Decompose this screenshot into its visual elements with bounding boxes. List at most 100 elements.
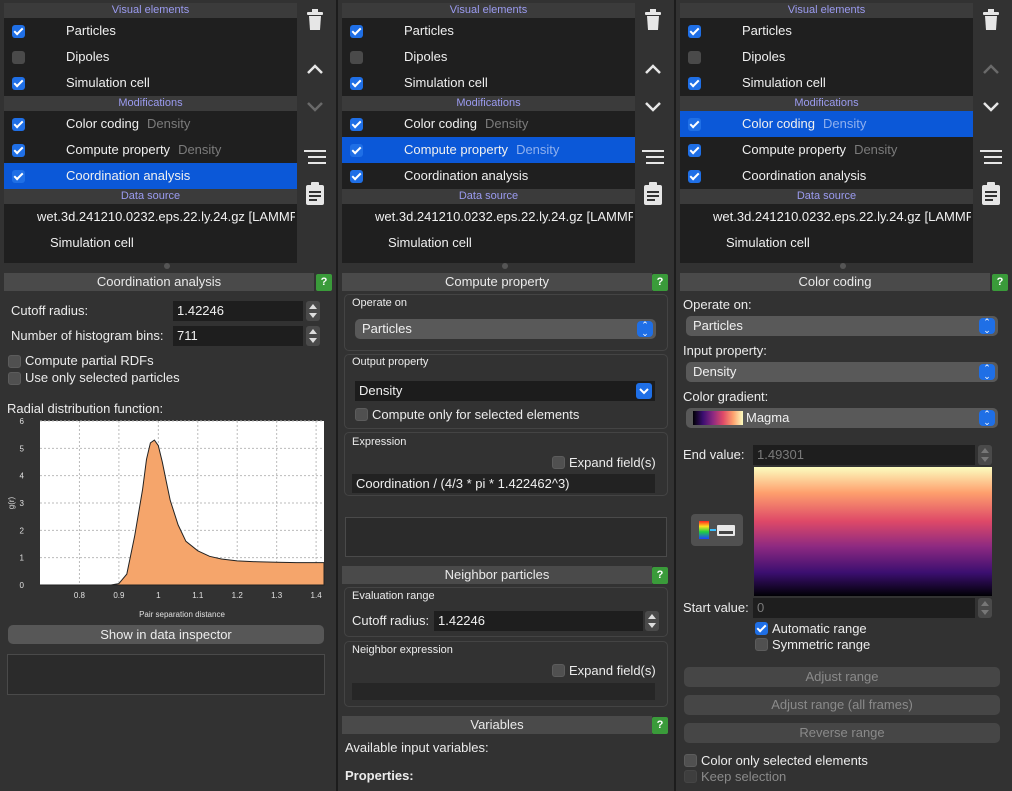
enable-checkbox[interactable]	[350, 144, 363, 157]
visibility-checkbox[interactable]	[688, 25, 701, 38]
move-up-icon[interactable]	[976, 54, 1006, 84]
partial-rdfs-checkbox[interactable]	[8, 355, 21, 368]
expression-input[interactable]: Coordination / (4/3 * pi * 1.422462^3)	[352, 474, 655, 493]
expand-fields-checkbox[interactable]	[552, 456, 565, 469]
visibility-checkbox[interactable]	[350, 51, 363, 64]
trash-icon[interactable]	[638, 5, 668, 35]
pipeline-item-particles[interactable]: Particles	[4, 18, 297, 44]
enable-checkbox[interactable]	[350, 118, 363, 131]
enable-checkbox[interactable]	[688, 144, 701, 157]
enable-checkbox[interactable]	[688, 170, 701, 183]
help-button[interactable]: ?	[652, 274, 668, 291]
pipeline-item-coordination[interactable]: Coordination analysis	[342, 163, 635, 189]
move-down-icon[interactable]	[976, 92, 1006, 122]
pipeline-item-coordination[interactable]: Coordination analysis	[680, 163, 973, 189]
clipboard-icon[interactable]	[976, 179, 1006, 209]
automatic-range-checkbox[interactable]	[755, 622, 768, 635]
pipeline-item-dipoles[interactable]: Dipoles	[4, 44, 297, 70]
pipeline-item-cell-source[interactable]: Simulation cell	[4, 230, 297, 256]
pipeline-list[interactable]: Visual elements Particles Dipoles Simula…	[680, 3, 973, 263]
pipeline-item-color-coding[interactable]: Color coding Density	[342, 111, 635, 137]
neighbor-cutoff-spinner[interactable]	[645, 611, 659, 631]
enable-checkbox[interactable]	[350, 170, 363, 183]
operate-on-select[interactable]: Particles ⌃ ⌄	[355, 319, 656, 339]
cutoff-spinner[interactable]	[306, 301, 320, 321]
color-selected-checkbox[interactable]	[684, 754, 697, 767]
enable-checkbox[interactable]	[12, 144, 25, 157]
pipeline-item-cell-source[interactable]: Simulation cell	[680, 230, 973, 256]
splitter-handle[interactable]	[840, 263, 846, 269]
clipboard-icon[interactable]	[300, 179, 330, 209]
show-data-inspector-button[interactable]: Show in data inspector	[8, 625, 324, 644]
end-value-spinner[interactable]	[978, 445, 992, 465]
pipeline-item-particles[interactable]: Particles	[680, 18, 973, 44]
output-property-input[interactable]: Density	[355, 381, 655, 401]
pipeline-item-file-source[interactable]: wet.3d.241210.0232.eps.22.ly.24.gz [LAMM…	[342, 204, 635, 230]
visibility-checkbox[interactable]	[688, 77, 701, 90]
pipeline-list[interactable]: Visual elements Particles Dipoles Simula…	[342, 3, 635, 263]
compute-selected-checkbox[interactable]	[355, 408, 368, 421]
trash-icon[interactable]	[976, 5, 1006, 35]
input-property-select[interactable]: Density ⌃ ⌄	[686, 362, 998, 382]
move-down-icon[interactable]	[638, 92, 668, 122]
list-icon[interactable]	[976, 142, 1006, 172]
help-button[interactable]: ?	[992, 274, 1008, 291]
move-down-icon[interactable]	[300, 92, 330, 122]
pipeline-item-coordination[interactable]: Coordination analysis	[4, 163, 297, 189]
enable-checkbox[interactable]	[688, 118, 701, 131]
list-icon[interactable]	[638, 142, 668, 172]
adjust-range-all-button[interactable]: Adjust range (all frames)	[684, 695, 1000, 715]
pipeline-list[interactable]: Visual elements Particles Dipoles Simula…	[4, 3, 297, 263]
adjust-range-button[interactable]: Adjust range	[684, 667, 1000, 687]
pipeline-item-cell-source[interactable]: Simulation cell	[342, 230, 635, 256]
splitter-handle[interactable]	[502, 263, 508, 269]
visibility-checkbox[interactable]	[350, 77, 363, 90]
pipeline-item-file-source[interactable]: wet.3d.241210.0232.eps.22.ly.24.gz [LAMM…	[680, 204, 973, 230]
neighbor-cutoff-input[interactable]: 1.42246	[434, 611, 643, 631]
start-value-spinner[interactable]	[978, 598, 992, 618]
visibility-checkbox[interactable]	[350, 25, 363, 38]
splitter-handle[interactable]	[164, 263, 170, 269]
trash-icon[interactable]	[300, 5, 330, 35]
pipeline-item-particles[interactable]: Particles	[342, 18, 635, 44]
color-legend-button[interactable]	[691, 514, 743, 546]
pipeline-item-simulation-cell[interactable]: Simulation cell	[680, 70, 973, 96]
help-button[interactable]: ?	[316, 274, 332, 291]
pipeline-item-color-coding[interactable]: Color coding Density	[680, 111, 973, 137]
pipeline-item-compute-property[interactable]: Compute property Density	[342, 137, 635, 163]
output-dropdown[interactable]	[636, 383, 652, 399]
enable-checkbox[interactable]	[12, 118, 25, 131]
keep-selection-checkbox[interactable]	[684, 770, 697, 783]
pipeline-item-simulation-cell[interactable]: Simulation cell	[4, 70, 297, 96]
pipeline-item-compute-property[interactable]: Compute property Density	[680, 137, 973, 163]
reverse-range-button[interactable]: Reverse range	[684, 723, 1000, 743]
visibility-checkbox[interactable]	[688, 51, 701, 64]
bins-input[interactable]: 711	[173, 326, 303, 346]
only-selected-checkbox[interactable]	[8, 372, 21, 385]
cutoff-input[interactable]: 1.42246	[173, 301, 303, 321]
neighbor-expression-input[interactable]	[352, 683, 655, 700]
move-up-icon[interactable]	[300, 54, 330, 84]
enable-checkbox[interactable]	[12, 170, 25, 183]
pipeline-item-dipoles[interactable]: Dipoles	[680, 44, 973, 70]
visibility-checkbox[interactable]	[12, 25, 25, 38]
variables-help-button[interactable]: ?	[652, 717, 668, 734]
visibility-checkbox[interactable]	[12, 51, 25, 64]
pipeline-item-dipoles[interactable]: Dipoles	[342, 44, 635, 70]
start-value-input[interactable]: 0	[753, 598, 975, 618]
neighbor-help-button[interactable]: ?	[652, 567, 668, 584]
visibility-checkbox[interactable]	[12, 77, 25, 90]
move-up-icon[interactable]	[638, 54, 668, 84]
pipeline-item-color-coding[interactable]: Color coding Density	[4, 111, 297, 137]
clipboard-icon[interactable]	[638, 179, 668, 209]
end-value-input[interactable]: 1.49301	[753, 445, 975, 465]
operate-on-select[interactable]: Particles ⌃ ⌄	[686, 316, 998, 336]
list-icon[interactable]	[300, 142, 330, 172]
gradient-select[interactable]: Magma ⌃ ⌄	[686, 408, 998, 428]
pipeline-item-compute-property[interactable]: Compute property Density	[4, 137, 297, 163]
neighbor-expand-checkbox[interactable]	[552, 664, 565, 677]
pipeline-item-file-source[interactable]: wet.3d.241210.0232.eps.22.ly.24.gz [LAMM…	[4, 204, 297, 230]
pipeline-item-simulation-cell[interactable]: Simulation cell	[342, 70, 635, 96]
symmetric-range-checkbox[interactable]	[755, 638, 768, 651]
bins-spinner[interactable]	[306, 326, 320, 346]
